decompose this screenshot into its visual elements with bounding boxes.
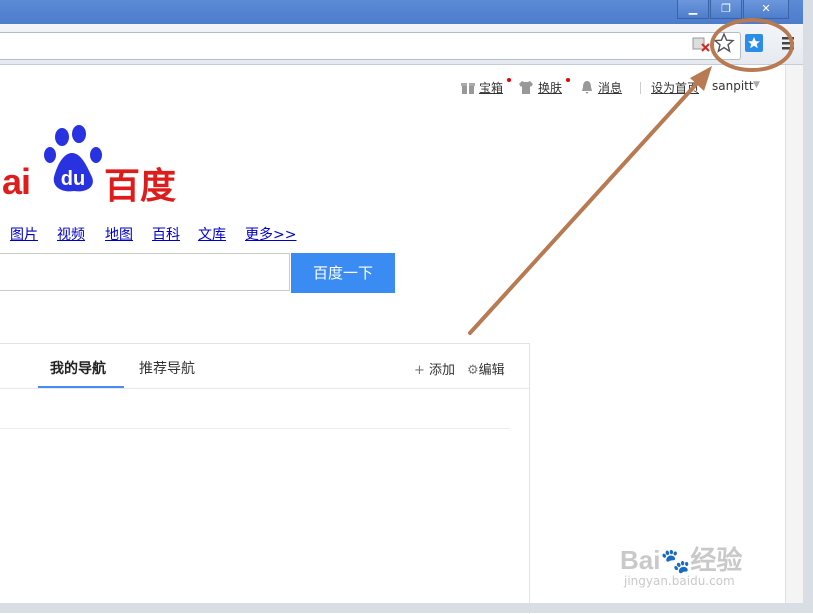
window-border <box>0 603 813 613</box>
watermark: Bai🐾经验 jingyan.baidu.com <box>620 540 743 588</box>
annotation-overlay <box>468 18 794 335</box>
annotation-arrow-line <box>468 78 702 335</box>
watermark-url: jingyan.baidu.com <box>624 574 735 588</box>
browser-window: ▁ ❐ ✕ 宝箱 换肤 消息 设为首页 sanpitt ▼ ai du 百度 图… <box>0 0 813 614</box>
highlight-circle <box>710 18 794 72</box>
watermark-brand: Bai <box>620 545 661 575</box>
paw-watermark-icon: 🐾 <box>660 547 691 575</box>
watermark-brand-cn: 经验 <box>690 545 743 575</box>
window-border <box>803 0 813 613</box>
